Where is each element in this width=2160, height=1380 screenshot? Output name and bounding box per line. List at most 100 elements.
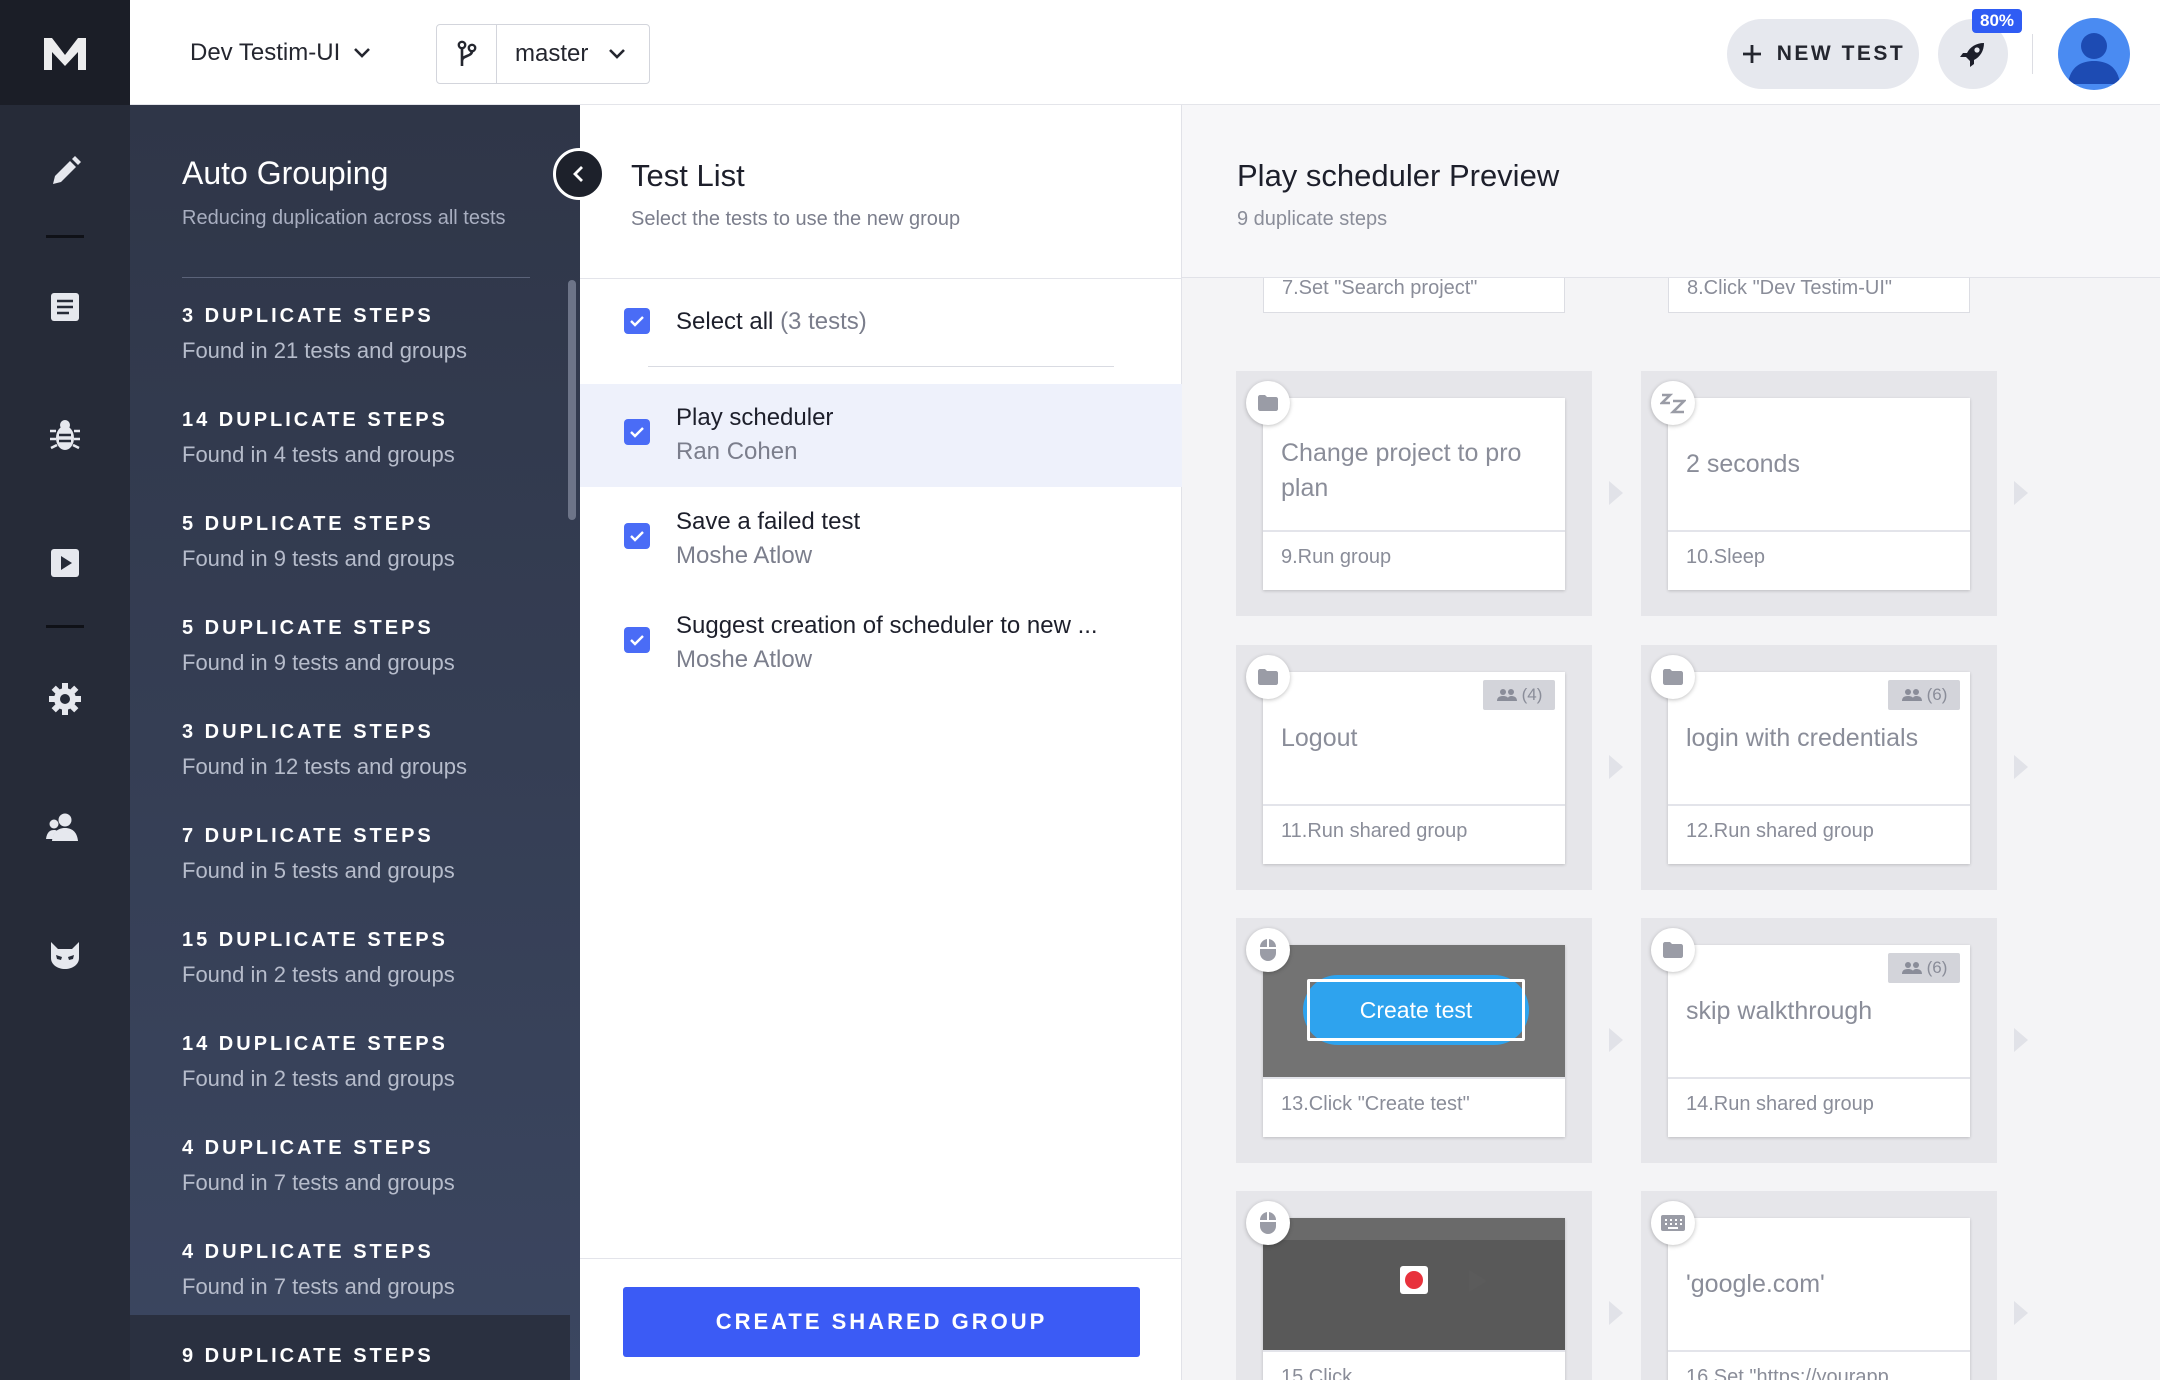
progress-badge: 80% [1972,9,2022,33]
preview-panel: Play scheduler Preview 9 duplicate steps… [1182,105,2160,1380]
duplicate-count: 4 DUPLICATE STEPS [182,1137,434,1159]
divider [648,366,1114,367]
test-row[interactable]: Suggest creation of scheduler to new ...… [580,592,1182,695]
folder-icon [1651,928,1695,972]
avatar[interactable] [2058,18,2130,90]
test-name: Save a failed test [676,508,861,535]
edit-icon[interactable] [43,150,87,194]
bug-icon[interactable] [43,413,87,457]
play-icon [1469,1270,1487,1292]
project-selector[interactable]: Dev Testim-UI [190,32,372,74]
divider [1668,1350,1970,1352]
step-frame: 'google.com' 16.Set "https://yourapp [1641,1191,1997,1380]
arrow-right-icon [2014,1028,2028,1052]
new-test-button[interactable]: NEW TEST [1727,19,1919,89]
rail-separator [46,235,84,238]
test-owner: Moshe Atlow [676,542,813,569]
folder-icon [1246,655,1290,699]
step-screenshot: Create test [1263,945,1565,1077]
test-checkbox[interactable] [624,523,650,549]
branch-icon [457,40,476,66]
test-row[interactable]: Play scheduler Ran Cohen [580,384,1182,487]
plus-icon [1742,45,1761,63]
duplicate-group-item[interactable]: 3 DUPLICATE STEPS Found in 21 tests and … [182,305,552,364]
divider [1263,804,1565,806]
duplicate-found: Found in 7 tests and groups [182,1274,455,1299]
step-card[interactable]: Change project to pro plan 9.Run group [1263,398,1565,590]
create-shared-group-button[interactable]: CREATE SHARED GROUP [623,1287,1140,1357]
duplicate-group-item[interactable]: 4 DUPLICATE STEPS Found in 7 tests and g… [182,1137,552,1196]
duplicate-group-item[interactable]: 14 DUPLICATE STEPS Found in 2 tests and … [182,1033,552,1092]
divider [1263,1077,1565,1079]
preview-header: Play scheduler Preview 9 duplicate steps [1182,105,2160,278]
auto-grouping-panel: Auto Grouping Reducing duplication acros… [130,105,580,1380]
step-text: 2 seconds [1686,449,1800,478]
step-label: 11.Run shared group [1281,820,1468,842]
new-test-label: NEW TEST [1776,42,1906,65]
arrow-right-icon [2014,755,2028,779]
step-frame: Change project to pro plan 9.Run group [1236,371,1592,616]
duplicate-found: Found in 4 tests and groups [182,442,455,467]
duplicate-count: 5 DUPLICATE STEPS [182,513,434,535]
step-card[interactable]: (6) login with credentials 12.Run shared… [1668,672,1970,864]
list-icon[interactable] [43,285,87,329]
select-all-checkbox[interactable] [624,308,650,334]
play-icon[interactable] [43,541,87,585]
select-all-label[interactable]: Select all (3 tests) [676,308,867,336]
logo[interactable] [0,0,130,105]
duplicate-found: Found in 12 tests and groups [182,754,467,779]
branch-selector[interactable]: master [436,24,650,84]
step-card[interactable]: 15.Click [1263,1218,1565,1380]
duplicate-group-item[interactable]: 9 DUPLICATE STEPS [182,1345,552,1378]
duplicate-count: 5 DUPLICATE STEPS [182,617,434,639]
mask-icon[interactable] [43,933,87,977]
step-label: 13.Click "Create test" [1281,1093,1470,1115]
scrollbar[interactable] [568,280,576,520]
arrow-right-icon [1609,755,1623,779]
step-frame: 2 seconds 10.Sleep [1641,371,1997,616]
project-name: Dev Testim-UI [190,39,341,66]
logo-icon [44,37,86,70]
sleep-icon [1651,381,1695,425]
step-frame: (4) Logout 11.Run shared group [1236,645,1592,890]
test-list-panel: Test List Select the tests to use the ne… [580,105,1182,1380]
test-row[interactable]: Save a failed test Moshe Atlow [580,488,1182,591]
step-label: 14.Run shared group [1686,1093,1874,1115]
step-text: Change project to pro plan [1281,439,1522,502]
step-card[interactable]: 'google.com' 16.Set "https://yourapp [1668,1218,1970,1380]
gear-icon[interactable] [43,677,87,721]
duplicate-group-item[interactable]: 4 DUPLICATE STEPS Found in 7 tests and g… [182,1241,552,1300]
divider [1263,1350,1565,1352]
duplicate-group-item[interactable]: 7 DUPLICATE STEPS Found in 5 tests and g… [182,825,552,884]
step-card[interactable]: 2 seconds 10.Sleep [1668,398,1970,590]
step-frame: (6) skip walkthrough 14.Run shared group [1641,918,1997,1163]
branch-name-cell: master [497,40,649,68]
step-card[interactable]: (6) skip walkthrough 14.Run shared group [1668,945,1970,1137]
record-icon [1400,1266,1428,1294]
test-name: Suggest creation of scheduler to new ... [676,612,1098,639]
arrow-right-icon [2014,481,2028,505]
duplicate-group-item[interactable]: 14 DUPLICATE STEPS Found in 4 tests and … [182,409,552,468]
test-checkbox[interactable] [624,419,650,445]
duplicate-found: Found in 9 tests and groups [182,546,455,571]
top-bar: Dev Testim-UI master NEW TEST 80% [0,0,2160,105]
check-icon [630,531,644,542]
step-card[interactable]: Create test 13.Click "Create test" [1263,945,1565,1137]
duplicate-group-item[interactable]: 5 DUPLICATE STEPS Found in 9 tests and g… [182,513,552,572]
folder-icon [1246,381,1290,425]
rocket-icon [1960,43,1984,67]
nav-rail [0,105,130,1380]
step-card[interactable]: (4) Logout 11.Run shared group [1263,672,1565,864]
duplicate-found: Found in 21 tests and groups [182,338,467,363]
duplicate-count: 4 DUPLICATE STEPS [182,1241,434,1263]
users-icon[interactable] [43,805,87,849]
duplicate-count: 15 DUPLICATE STEPS [182,929,448,951]
duplicate-found: Found in 7 tests and groups [182,1170,455,1195]
divider [580,1258,1182,1259]
duplicate-group-item[interactable]: 5 DUPLICATE STEPS Found in 9 tests and g… [182,617,552,676]
duplicate-group-item[interactable]: 15 DUPLICATE STEPS Found in 2 tests and … [182,929,552,988]
collapse-panel-button[interactable] [553,148,605,200]
test-checkbox[interactable] [624,627,650,653]
duplicate-group-item[interactable]: 3 DUPLICATE STEPS Found in 12 tests and … [182,721,552,780]
panel-title: Test List [631,158,745,193]
